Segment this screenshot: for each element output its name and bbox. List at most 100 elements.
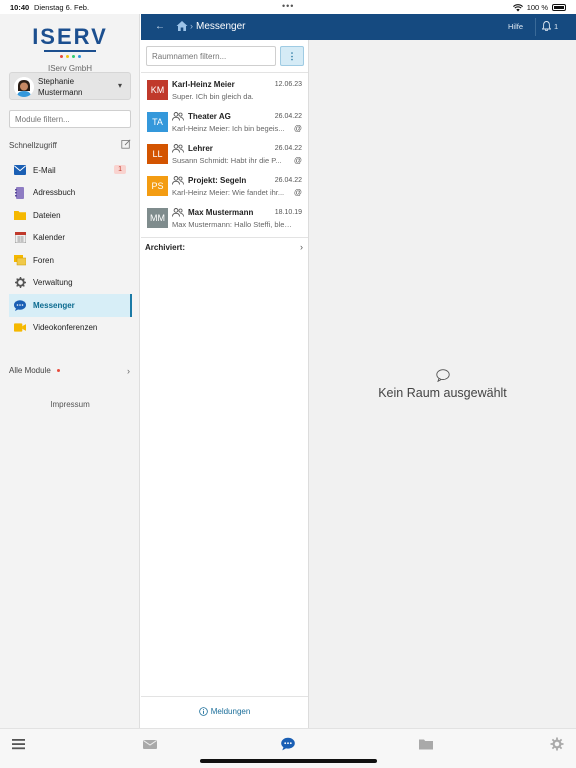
empty-state-text: Kein Raum ausgewählt bbox=[378, 386, 507, 400]
chevron-right-icon: › bbox=[127, 366, 130, 376]
wifi-icon bbox=[512, 3, 523, 11]
room-item[interactable]: KM Karl-Heinz Meier 12.06.23 Super. ICh … bbox=[141, 76, 308, 107]
chevron-right-icon[interactable]: › bbox=[300, 242, 303, 252]
messenger-tab-icon[interactable] bbox=[280, 737, 296, 751]
room-last-message: Super. ICh bin gleich da. bbox=[172, 92, 254, 101]
sidebar-item-address-book[interactable]: Adressbuch bbox=[9, 182, 132, 205]
forum-icon bbox=[14, 254, 26, 266]
files-tab-icon[interactable] bbox=[418, 737, 434, 751]
mention-icon: @ bbox=[293, 124, 302, 133]
room-item[interactable]: MM Max Mustermann 18.10.19 Max Musterman… bbox=[141, 204, 308, 235]
group-icon bbox=[172, 208, 184, 217]
room-date: 26.04.22 bbox=[274, 113, 302, 120]
chat-icon bbox=[14, 299, 26, 311]
home-icon[interactable] bbox=[176, 20, 188, 32]
sidebar-item-calendar[interactable]: Kalender bbox=[9, 227, 132, 250]
notifications-label: Meldungen bbox=[210, 707, 251, 716]
group-icon bbox=[172, 112, 184, 121]
sidebar-item-forums[interactable]: Foren bbox=[9, 249, 132, 272]
nav-list: E-Mail 1 Adressbuch Dateien Kalender For… bbox=[9, 159, 132, 339]
status-date: Dienstag 6. Feb. bbox=[34, 3, 90, 12]
room-name-text: Projekt: Segeln bbox=[188, 176, 247, 185]
room-date: 26.04.22 bbox=[274, 145, 302, 152]
sidebar-item-label: E-Mail bbox=[33, 165, 56, 175]
multitask-dots[interactable]: ••• bbox=[282, 1, 294, 11]
room-avatar: TA bbox=[147, 112, 168, 132]
room-last-message: Karl-Heinz Meier: Ich bin begeis... bbox=[172, 124, 285, 133]
room-name: Max Mustermann bbox=[172, 208, 253, 217]
group-icon bbox=[172, 144, 184, 153]
home-indicator bbox=[200, 759, 377, 763]
notification-count: 1 bbox=[554, 21, 559, 31]
room-item[interactable]: TA Theater AG 26.04.22 Karl-Heinz Meier:… bbox=[141, 108, 308, 139]
status-right: 100 % bbox=[512, 3, 566, 12]
room-name: Lehrer bbox=[172, 144, 213, 153]
room-item[interactable]: PS Projekt: Segeln 26.04.22 Karl-Heinz M… bbox=[141, 172, 308, 203]
room-date: 12.06.23 bbox=[274, 81, 302, 88]
help-button[interactable]: Hilfe bbox=[508, 22, 523, 31]
group-icon bbox=[172, 176, 184, 185]
room-item[interactable]: LL Lehrer 26.04.22 Susann Schmidt: Habt … bbox=[141, 140, 308, 171]
divider bbox=[141, 237, 308, 238]
mention-icon: @ bbox=[293, 188, 302, 197]
sidebar-item-label: Dateien bbox=[33, 210, 61, 220]
room-name: Projekt: Segeln bbox=[172, 176, 246, 185]
all-modules-label: Alle Module bbox=[9, 366, 51, 375]
sidebar-item-label: Foren bbox=[33, 255, 54, 265]
sidebar-item-label: Verwaltung bbox=[33, 278, 73, 288]
impressum-link[interactable]: Impressum bbox=[0, 400, 140, 409]
logo[interactable]: ISERV bbox=[0, 24, 140, 58]
settings-tab-icon[interactable] bbox=[549, 737, 565, 751]
room-avatar: PS bbox=[147, 176, 168, 196]
menu-icon[interactable] bbox=[11, 737, 27, 751]
room-date: 18.10.19 bbox=[274, 209, 302, 216]
mail-tab-icon[interactable] bbox=[142, 737, 158, 751]
room-filter-input[interactable] bbox=[146, 46, 276, 66]
sidebar-item-administration[interactable]: Verwaltung bbox=[9, 272, 132, 295]
mail-icon bbox=[14, 164, 26, 176]
room-last-message: Max Mustermann: Hallo Steffi, blei... bbox=[172, 220, 292, 229]
room-list-panel: ⋮ KM Karl-Heinz Meier 12.06.23 Super. IC… bbox=[141, 40, 309, 728]
back-arrow-icon[interactable]: ← bbox=[155, 21, 165, 32]
room-name-text: Max Mustermann bbox=[188, 208, 254, 217]
room-name-text: Lehrer bbox=[188, 144, 213, 153]
header-divider bbox=[535, 18, 536, 36]
sidebar-item-label: Videokonferenzen bbox=[33, 323, 98, 333]
edit-icon[interactable] bbox=[121, 139, 131, 149]
logo-text: ISERV bbox=[32, 24, 108, 49]
user-menu[interactable]: Stephanie Mustermann ▾ bbox=[9, 72, 131, 100]
top-header: ← › Messenger Hilfe 1 bbox=[141, 14, 576, 40]
room-avatar: KM bbox=[147, 80, 168, 100]
mention-icon: @ bbox=[293, 156, 302, 165]
sidebar-item-messenger[interactable]: Messenger bbox=[9, 294, 132, 317]
sidebar-item-label: Adressbuch bbox=[33, 188, 76, 198]
room-avatar: MM bbox=[147, 208, 168, 228]
divider bbox=[141, 696, 308, 697]
calendar-icon bbox=[14, 232, 26, 244]
new-indicator-dot bbox=[56, 369, 60, 373]
gear-icon bbox=[14, 277, 26, 289]
sidebar-item-files[interactable]: Dateien bbox=[9, 204, 132, 227]
user-avatar-icon bbox=[14, 77, 34, 97]
folder-icon bbox=[14, 209, 26, 221]
module-filter-input[interactable] bbox=[9, 110, 131, 128]
all-modules-link[interactable]: Alle Module › bbox=[9, 366, 132, 376]
battery-percent: 100 % bbox=[526, 3, 548, 12]
video-icon bbox=[14, 322, 26, 334]
sidebar-item-video-conferences[interactable]: Videokonferenzen bbox=[9, 317, 132, 340]
room-date: 26.04.22 bbox=[274, 177, 302, 184]
address-book-icon bbox=[14, 186, 26, 199]
sidebar: ISERV IServ GmbH Stephanie Mustermann ▾ … bbox=[0, 14, 140, 728]
archived-toggle[interactable]: Archiviert: bbox=[145, 243, 185, 252]
sidebar-item-email[interactable]: E-Mail 1 bbox=[9, 159, 132, 182]
chat-bubble-icon bbox=[436, 369, 450, 382]
room-name-text: Karl-Heinz Meier bbox=[172, 80, 235, 89]
page-title: Messenger bbox=[196, 21, 246, 32]
room-options-button[interactable]: ⋮ bbox=[280, 46, 304, 66]
sidebar-item-label: Messenger bbox=[33, 300, 75, 310]
divider bbox=[141, 72, 308, 73]
room-avatar: LL bbox=[147, 144, 168, 164]
unread-badge: 1 bbox=[114, 165, 126, 174]
notifications-button[interactable]: 1 bbox=[542, 21, 558, 31]
notifications-link[interactable]: Meldungen bbox=[141, 707, 308, 716]
